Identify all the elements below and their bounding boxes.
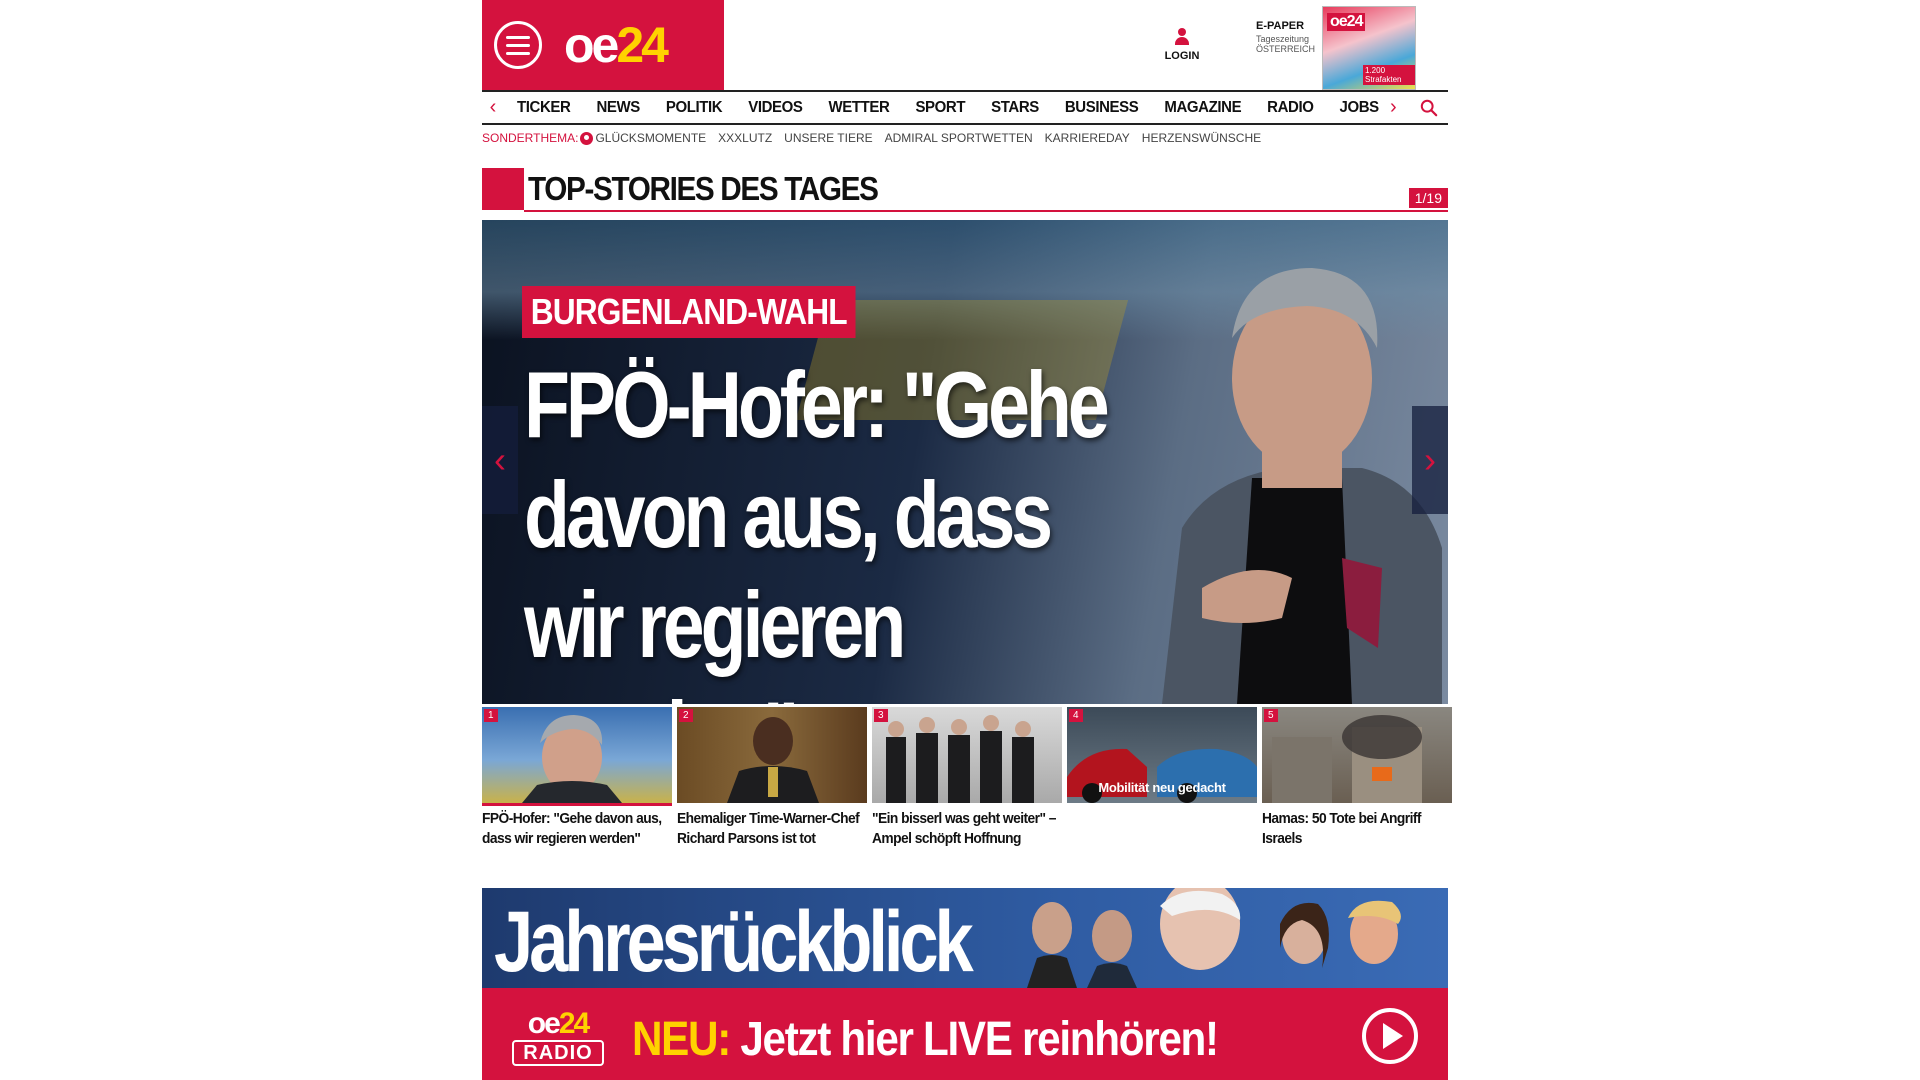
nav-item-business[interactable]: BUSINESS	[1052, 99, 1152, 117]
story-thumbnails: 1 FPÖ-Hofer: "Gehe davon aus, dass wir r…	[482, 707, 1452, 857]
nav-item-wetter[interactable]: WETTER	[816, 99, 903, 117]
epaper-link[interactable]: E-PAPER Tageszeitung ÖSTERREICH	[1256, 20, 1326, 54]
user-icon	[1175, 28, 1189, 46]
thumb-caption-5: Hamas: 50 Tote bei Angriff Israels	[1262, 810, 1421, 847]
thumb-image-1	[482, 707, 672, 803]
hero-headline[interactable]: FPÖ-Hofer: "Gehe davon aus, dass wir reg…	[524, 350, 1132, 704]
radio-neu-label: NEU:	[632, 1013, 731, 1066]
banner-title: Jahresrückblick	[494, 894, 974, 988]
hero-portrait	[1162, 268, 1442, 704]
section-rule	[524, 210, 1448, 212]
logo-letters: oe	[564, 17, 619, 73]
thumb-number-3: 3	[874, 709, 888, 722]
nav-item-jobs[interactable]: JOBS	[1327, 99, 1392, 117]
thumb-caption-1: FPÖ-Hofer: "Gehe davon aus, dass wir reg…	[482, 810, 662, 847]
nav-items: TICKER NEWS POLITIK VIDEOS WETTER SPORT …	[504, 99, 1392, 117]
thumb-active-indicator	[482, 803, 672, 806]
oe24-circle-icon	[580, 131, 594, 145]
radio-logo-label: RADIO	[512, 1040, 604, 1066]
subnav-label: SONDERTHEMA:	[482, 131, 579, 145]
login-label: LOGIN	[1164, 50, 1200, 62]
nav-item-videos[interactable]: VIDEOS	[735, 99, 815, 117]
section-marker	[482, 168, 524, 210]
nav-item-politik[interactable]: POLITIK	[653, 99, 735, 117]
nav-item-stars[interactable]: STARS	[978, 99, 1052, 117]
hero-kicker: BURGENLAND-WAHL	[522, 286, 856, 338]
page: oe24 LOGIN E-PAPER Tageszeitung ÖSTERREI…	[482, 0, 1452, 1080]
radio-cta: NEU: Jetzt hier LIVE reinhören!	[632, 1012, 1219, 1068]
brand-header: oe24	[482, 0, 724, 90]
epaper-line1: Tageszeitung	[1256, 34, 1310, 44]
play-icon[interactable]	[1362, 1008, 1418, 1064]
thumb-number-1: 1	[484, 709, 498, 722]
section-title: TOP-STORIES DES TAGES	[528, 170, 879, 207]
section-heading: TOP-STORIES DES TAGES 1/19	[482, 168, 1448, 212]
nav-item-sport[interactable]: SPORT	[902, 99, 978, 117]
subnav-link-unsere-tiere[interactable]: UNSERE TIERE	[784, 131, 872, 145]
subnav-link-herzenswuensche[interactable]: HERZENSWÜNSCHE	[1142, 131, 1261, 145]
subnav-link-admiral[interactable]: ADMIRAL SPORTWETTEN	[885, 131, 1033, 145]
thumb-number-5: 5	[1264, 709, 1278, 722]
thumb-image-5	[1262, 707, 1452, 803]
thumb-caption-3: "Ein bisserl was geht weiter" – Ampel sc…	[872, 810, 1056, 847]
hero-next-button[interactable]: ›	[1412, 406, 1448, 514]
epaper-title: E-PAPER	[1256, 20, 1305, 32]
radio-logo-number: 24	[558, 1007, 590, 1040]
nav-item-ticker[interactable]: TICKER	[504, 99, 583, 117]
jahresrueckblick-banner[interactable]: Jahresrückblick	[482, 888, 1448, 988]
nav-item-news[interactable]: NEWS	[583, 99, 652, 117]
subnav-link-karriereday[interactable]: KARRIEREDAY	[1045, 131, 1130, 145]
main-nav: ‹ TICKER NEWS POLITIK VIDEOS WETTER SPOR…	[482, 90, 1448, 125]
thumb-image-2	[677, 707, 867, 803]
nav-item-radio[interactable]: RADIO	[1254, 99, 1326, 117]
epaper-cover-logo: oe24	[1327, 13, 1366, 31]
thumb-overlay-4: Mobilität neu gedacht	[1098, 780, 1226, 795]
logo[interactable]: oe24	[564, 17, 669, 73]
thumb-image-4: Mobilität neu gedacht	[1067, 707, 1257, 803]
radio-logo-letters: oe	[527, 1007, 561, 1040]
menu-icon[interactable]	[494, 21, 542, 69]
thumb-story-5[interactable]: 5 Hamas: 50 Tote bei Angriff Israels	[1262, 707, 1452, 857]
thumb-story-1[interactable]: 1 FPÖ-Hofer: "Gehe davon aus, dass wir r…	[482, 707, 672, 857]
epaper-line2: ÖSTERREICH	[1256, 44, 1316, 54]
radio-logo: oe24 RADIO	[512, 1007, 604, 1066]
thumb-story-2[interactable]: 2 Ehemaliger Time-Warner-Chef Richard Pa…	[677, 707, 867, 857]
radio-banner[interactable]: oe24 RADIO NEU: Jetzt hier LIVE reinhöre…	[482, 988, 1448, 1080]
subnav-link-gluecksmomente[interactable]: GLÜCKSMOMENTE	[595, 131, 706, 145]
subnav: SONDERTHEMA: GLÜCKSMOMENTE XXXLUTZ UNSER…	[482, 130, 1273, 146]
banner-portraits	[1027, 888, 1401, 988]
nav-item-magazine[interactable]: MAGAZINE	[1151, 99, 1254, 117]
chevron-left-icon[interactable]: ‹	[482, 96, 504, 119]
subnav-link-xxxlutz[interactable]: XXXLUTZ	[718, 131, 772, 145]
thumb-number-2: 2	[679, 709, 693, 722]
thumb-story-3[interactable]: 3 "Ein bisserl was geht weiter" – Ampel …	[872, 707, 1062, 857]
thumb-number-4: 4	[1069, 709, 1083, 722]
thumb-image-3	[872, 707, 1062, 803]
logo-number: 24	[616, 17, 669, 73]
search-icon[interactable]	[1420, 99, 1438, 117]
chevron-right-icon[interactable]: ›	[1390, 96, 1397, 119]
hero-prev-button[interactable]: ‹	[482, 406, 518, 514]
login-button[interactable]: LOGIN	[1158, 28, 1206, 62]
thumb-story-4[interactable]: Mobilität neu gedacht 4	[1067, 707, 1257, 857]
thumb-caption-2: Ehemaliger Time-Warner-Chef Richard Pars…	[677, 810, 860, 847]
slide-counter: 1/19	[1408, 188, 1448, 208]
epaper-cover[interactable]: oe24 1.200 Strafakten	[1322, 6, 1416, 90]
epaper-cover-strip: 1.200 Strafakten	[1363, 65, 1415, 85]
hero-slide[interactable]: ‹ › BURGENLAND-WAHL FPÖ-Hofer: "Gehe dav…	[482, 220, 1448, 704]
radio-cta-text: Jetzt hier LIVE reinhören!	[729, 1013, 1219, 1066]
